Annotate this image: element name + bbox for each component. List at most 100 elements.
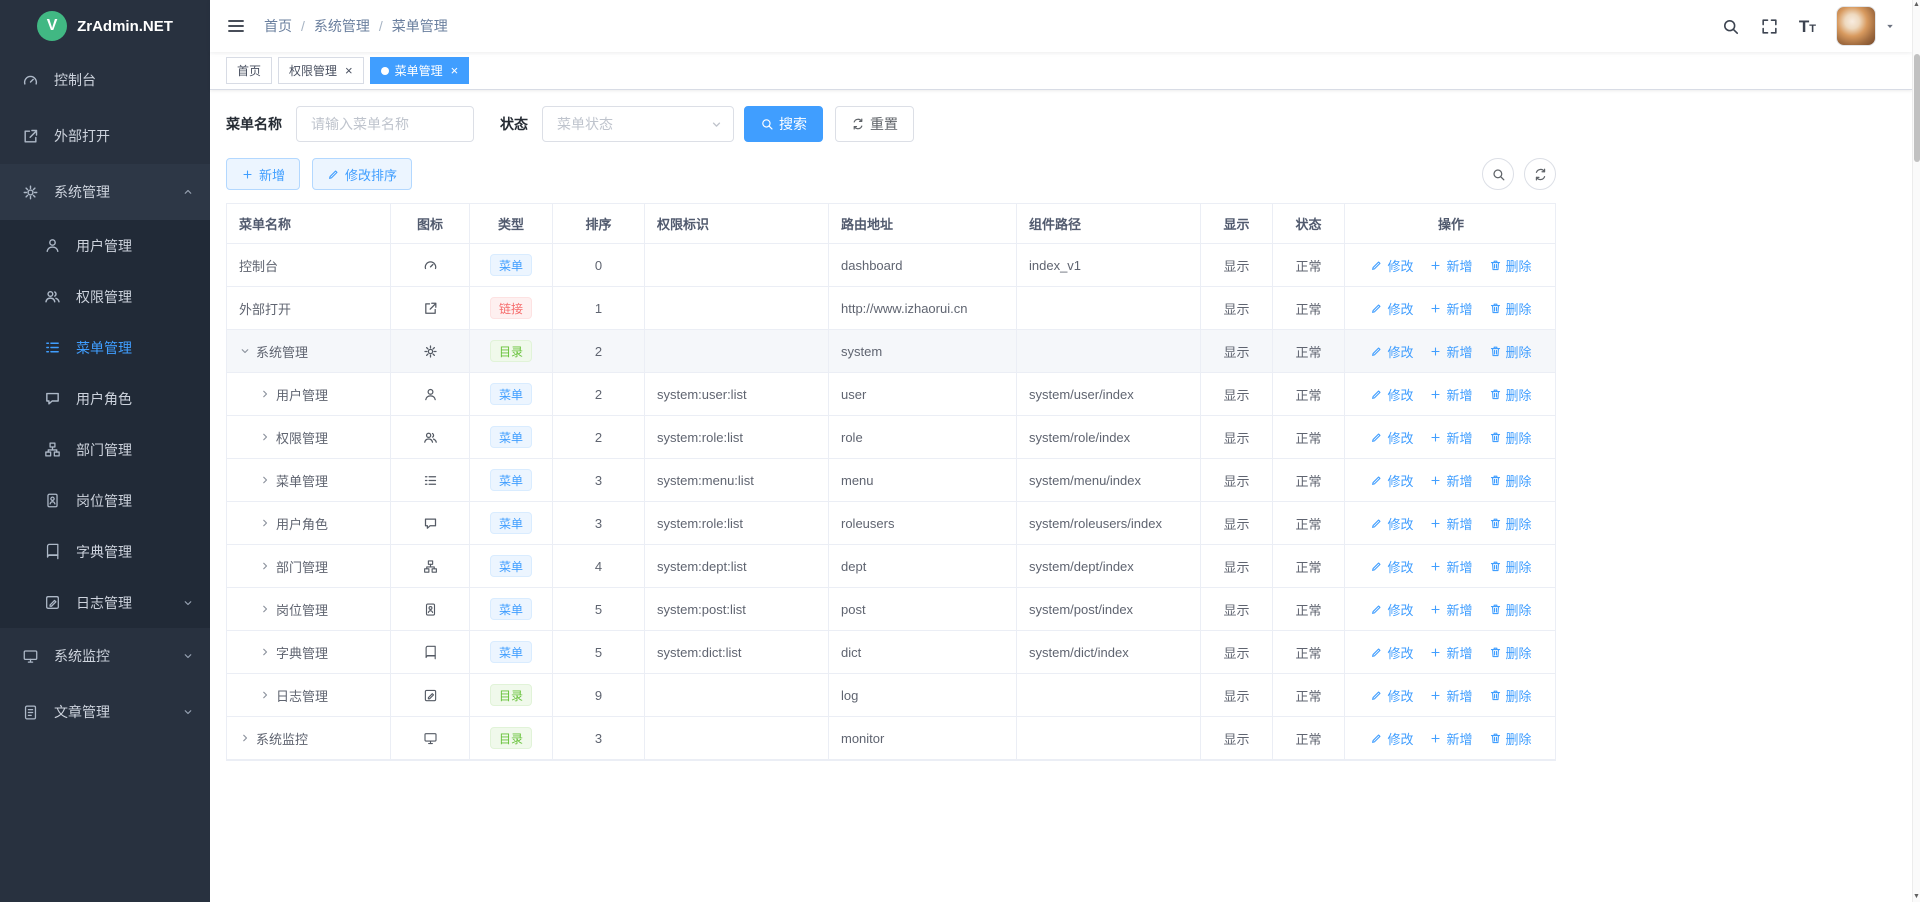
sidebar-item-dept[interactable]: 部门管理	[0, 424, 210, 475]
row-edit-button[interactable]: 修改	[1370, 385, 1413, 404]
avatar[interactable]	[1836, 6, 1876, 46]
row-delete-button[interactable]: 删除	[1489, 428, 1532, 447]
scrollbar-down-arrow[interactable]: ▼	[1913, 892, 1920, 902]
row-edit-button[interactable]: 修改	[1370, 686, 1413, 705]
column-header-name: 菜单名称	[227, 204, 391, 243]
cell-component: system/dept/index	[1017, 545, 1201, 587]
row-delete-button[interactable]: 删除	[1489, 471, 1532, 490]
cell-status: 正常	[1273, 588, 1345, 630]
cell-ops: 修改新增删除	[1345, 502, 1557, 544]
refresh-table-button[interactable]	[1524, 158, 1556, 190]
row-delete-button[interactable]: 删除	[1489, 643, 1532, 662]
sidebar-item-log[interactable]: 日志管理	[0, 577, 210, 628]
row-edit-button[interactable]: 修改	[1370, 299, 1413, 318]
row-add-button[interactable]: 新增	[1429, 514, 1472, 533]
scrollbar-thumb[interactable]	[1914, 54, 1920, 162]
reset-button[interactable]: 重置	[835, 106, 914, 142]
sidebar-item-dashboard[interactable]: 控制台	[0, 52, 210, 108]
row-add-button[interactable]: 新增	[1429, 385, 1472, 404]
row-delete-button[interactable]: 删除	[1489, 729, 1532, 748]
sidebar-item-menu[interactable]: 菜单管理	[0, 322, 210, 373]
row-add-button[interactable]: 新增	[1429, 342, 1472, 361]
expand-row-icon[interactable]	[259, 646, 271, 658]
collapse-row-icon[interactable]	[239, 345, 251, 357]
expand-row-icon[interactable]	[259, 474, 271, 486]
menu-name-input[interactable]	[296, 106, 474, 142]
header-search-icon[interactable]	[1721, 17, 1740, 36]
breadcrumb-item[interactable]: 首页	[264, 16, 292, 36]
tab-close-icon[interactable]: ×	[345, 64, 353, 77]
badge-icon	[44, 492, 61, 509]
row-edit-button[interactable]: 修改	[1370, 557, 1413, 576]
row-edit-button[interactable]: 修改	[1370, 342, 1413, 361]
row-add-button[interactable]: 新增	[1429, 299, 1472, 318]
sidebar-item-role[interactable]: 权限管理	[0, 271, 210, 322]
plus-icon	[1429, 517, 1442, 530]
tab-home[interactable]: 首页	[226, 57, 272, 84]
cell-sort: 3	[553, 502, 645, 544]
row-delete-button[interactable]: 删除	[1489, 557, 1532, 576]
expand-row-icon[interactable]	[259, 388, 271, 400]
row-delete-button[interactable]: 删除	[1489, 600, 1532, 619]
cell-sort: 5	[553, 631, 645, 673]
sidebar-item-user[interactable]: 用户管理	[0, 220, 210, 271]
tab-close-icon[interactable]: ×	[451, 64, 459, 77]
app-logo[interactable]: V ZrAdmin.NET	[0, 0, 210, 52]
user-menu[interactable]	[1836, 6, 1896, 46]
show-search-button[interactable]	[1482, 158, 1514, 190]
row-delete-label: 删除	[1506, 557, 1532, 576]
row-add-button[interactable]: 新增	[1429, 643, 1472, 662]
row-delete-button[interactable]: 删除	[1489, 342, 1532, 361]
expand-row-icon[interactable]	[259, 560, 271, 572]
edit-sort-button[interactable]: 修改排序	[312, 158, 412, 190]
table-toolbar: 新增 修改排序	[226, 158, 1556, 190]
sidebar-item-external[interactable]: 外部打开	[0, 108, 210, 164]
sidebar-item-article[interactable]: 文章管理	[0, 684, 210, 740]
expand-row-icon[interactable]	[259, 689, 271, 701]
sidebar-item-system[interactable]: 系统管理	[0, 164, 210, 220]
expand-row-icon[interactable]	[259, 431, 271, 443]
page-scrollbar[interactable]: ▲ ▼	[1912, 0, 1920, 902]
row-add-button[interactable]: 新增	[1429, 557, 1472, 576]
row-add-label: 新增	[1446, 557, 1472, 576]
type-tag: 菜单	[490, 598, 532, 620]
sidebar-item-roleusers[interactable]: 用户角色	[0, 373, 210, 424]
row-add-button[interactable]: 新增	[1429, 686, 1472, 705]
row-edit-button[interactable]: 修改	[1370, 643, 1413, 662]
hamburger-icon[interactable]	[226, 16, 246, 36]
row-delete-button[interactable]: 删除	[1489, 514, 1532, 533]
row-delete-button[interactable]: 删除	[1489, 385, 1532, 404]
sidebar-item-dict[interactable]: 字典管理	[0, 526, 210, 577]
tab-menu[interactable]: 菜单管理×	[370, 57, 470, 84]
row-add-button[interactable]: 新增	[1429, 471, 1472, 490]
row-add-button[interactable]: 新增	[1429, 729, 1472, 748]
scrollbar-up-arrow[interactable]: ▲	[1913, 0, 1920, 10]
delete-icon	[1489, 689, 1502, 702]
row-edit-button[interactable]: 修改	[1370, 729, 1413, 748]
row-add-button[interactable]: 新增	[1429, 600, 1472, 619]
row-delete-button[interactable]: 删除	[1489, 256, 1532, 275]
row-add-button[interactable]: 新增	[1429, 256, 1472, 275]
tab-role[interactable]: 权限管理×	[278, 57, 364, 84]
row-delete-button[interactable]: 删除	[1489, 686, 1532, 705]
expand-row-icon[interactable]	[259, 517, 271, 529]
row-edit-button[interactable]: 修改	[1370, 256, 1413, 275]
expand-row-icon[interactable]	[239, 732, 251, 744]
row-delete-button[interactable]: 删除	[1489, 299, 1532, 318]
search-button[interactable]: 搜索	[744, 106, 823, 142]
row-edit-button[interactable]: 修改	[1370, 428, 1413, 447]
row-edit-button[interactable]: 修改	[1370, 600, 1413, 619]
sidebar-item-monitor[interactable]: 系统监控	[0, 628, 210, 684]
row-edit-button[interactable]: 修改	[1370, 471, 1413, 490]
font-size-icon[interactable]: TT	[1799, 18, 1816, 35]
row-add-button[interactable]: 新增	[1429, 428, 1472, 447]
menu-status-select[interactable]: 菜单状态	[542, 106, 734, 142]
search-icon	[760, 117, 774, 131]
sidebar-item-post[interactable]: 岗位管理	[0, 475, 210, 526]
table-row: 系统管理目录2system显示正常修改新增删除	[227, 330, 1555, 373]
expand-row-icon[interactable]	[259, 603, 271, 615]
fullscreen-icon[interactable]	[1760, 17, 1779, 36]
breadcrumb-item[interactable]: 系统管理	[314, 16, 370, 36]
row-edit-button[interactable]: 修改	[1370, 514, 1413, 533]
add-button[interactable]: 新增	[226, 158, 300, 190]
